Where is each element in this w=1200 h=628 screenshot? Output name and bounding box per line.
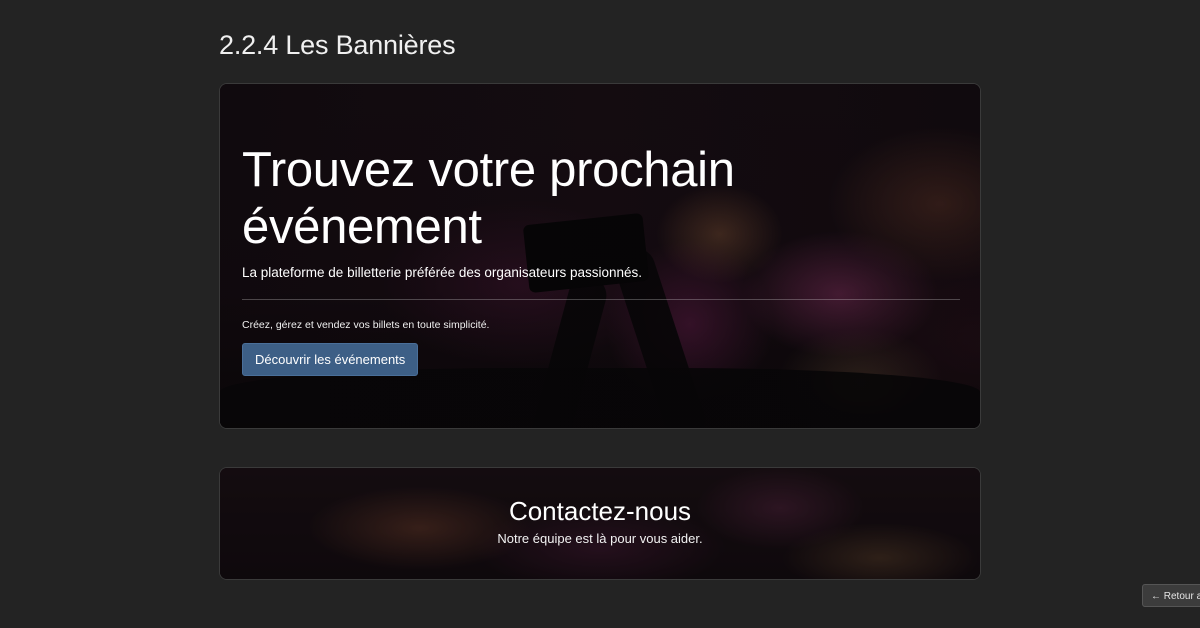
hero-title: Trouvez votre prochain événement — [242, 143, 735, 254]
hero-divider — [242, 299, 960, 300]
contact-banner: Contactez-nous Notre équipe est là pour … — [219, 467, 981, 580]
section-title: 2.2.4 Les Bannières — [219, 30, 456, 60]
contact-title: Contactez-nous — [508, 496, 692, 526]
hero-banner: Trouvez votre prochain événement La plat… — [219, 83, 981, 429]
page: 2.2.4 Les Bannières Trouvez votre procha… — [0, 0, 1200, 628]
contact-subtitle: Notre équipe est là pour vous aider. — [497, 531, 703, 546]
hero-subtitle: La plateforme de billetterie préférée de… — [242, 265, 642, 280]
hero-content: Trouvez votre prochain événement La plat… — [242, 142, 960, 376]
discover-events-button[interactable]: Découvrir les événements — [242, 343, 419, 376]
contact-content: Contactez-nous Notre équipe est là pour … — [220, 496, 980, 546]
back-button[interactable]: ← Retour a — [1142, 584, 1200, 607]
hero-text: Créez, gérez et vendez vos billets en to… — [242, 319, 490, 331]
crowd-silhouette — [220, 368, 980, 428]
